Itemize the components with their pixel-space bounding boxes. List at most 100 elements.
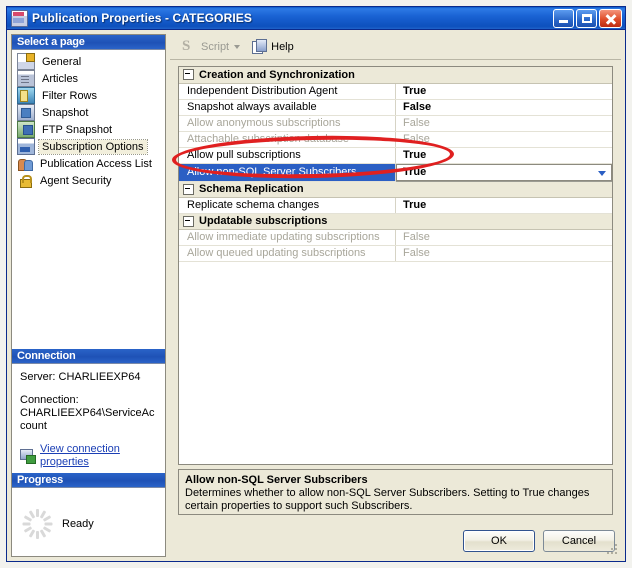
table-row: Allow anonymous subscriptions False <box>179 115 612 132</box>
script-label: Script <box>201 40 230 53</box>
property-value: False <box>395 131 612 148</box>
property-group-header[interactable]: Schema Replication <box>179 181 612 198</box>
property-grid[interactable]: Creation and Synchronization Independent… <box>178 66 613 465</box>
description-title: Allow non-SQL Server Subscribers <box>185 474 368 486</box>
close-icon[interactable] <box>599 9 622 28</box>
articles-icon <box>17 70 35 87</box>
collapse-icon[interactable] <box>183 69 194 81</box>
sidebar-item-label: Subscription Options <box>38 138 148 155</box>
table-row[interactable]: Snapshot always available False <box>179 99 612 116</box>
property-group-header[interactable]: Creation and Synchronization <box>179 67 612 84</box>
progress-panel: Ready <box>12 488 165 556</box>
select-a-page-header: Select a page <box>12 35 165 50</box>
collapse-icon[interactable] <box>183 183 194 195</box>
help-button[interactable]: Help <box>248 37 298 57</box>
value-dropdown-text: True <box>403 166 427 178</box>
publication-icon <box>11 9 28 27</box>
connection-server: Server: CHARLIEEXP64 <box>20 371 141 383</box>
window-title: Publication Properties - CATEGORIES <box>32 11 252 25</box>
sidebar-item-label: Filter Rows <box>42 89 98 102</box>
filter-rows-icon <box>17 87 35 104</box>
sidebar-item-ftp-snapshot[interactable]: FTP Snapshot <box>12 121 165 138</box>
property-value: False <box>395 245 612 262</box>
publication-access-list-icon <box>17 156 33 171</box>
right-pane: Script Help Creation <box>170 34 621 557</box>
sidebar-item-filter-rows[interactable]: Filter Rows <box>12 87 165 104</box>
group-label: Updatable subscriptions <box>199 215 328 228</box>
connection-account-label: Connection: <box>20 394 79 406</box>
property-name: Allow immediate updating subscriptions <box>179 229 396 246</box>
sidebar-item-label: FTP Snapshot <box>42 123 113 136</box>
help-label: Help <box>271 40 294 53</box>
ftp-snapshot-icon <box>17 121 35 138</box>
screenshot-canvas: Publication Properties - CATEGORIES Sele… <box>0 0 632 568</box>
help-icon <box>252 38 268 54</box>
cancel-button[interactable]: Cancel <box>543 530 615 552</box>
property-value[interactable]: True <box>395 83 612 100</box>
ok-button[interactable]: OK <box>463 530 535 552</box>
table-row: Allow queued updating subscriptions Fals… <box>179 245 612 262</box>
sidebar-item-articles[interactable]: Articles <box>12 70 165 87</box>
progress-spinner-icon <box>22 509 52 539</box>
sidebar-item-general[interactable]: General <box>12 53 165 70</box>
property-name: Attachable subscription database <box>179 131 396 148</box>
connection-account: Connection: CHARLIEEXP64\ServiceAccount <box>20 394 159 433</box>
group-label: Creation and Synchronization <box>199 68 355 81</box>
description-panel: Allow non-SQL Server Subscribers Determi… <box>178 469 613 515</box>
general-icon <box>17 53 35 70</box>
resize-grip[interactable] <box>607 544 619 556</box>
property-name: Allow anonymous subscriptions <box>179 115 396 132</box>
property-name: Allow queued updating subscriptions <box>179 245 396 262</box>
sidebar-item-snapshot[interactable]: Snapshot <box>12 104 165 121</box>
snapshot-icon <box>17 104 35 121</box>
chevron-down-icon[interactable] <box>594 167 609 180</box>
minimize-button[interactable] <box>553 9 574 28</box>
view-connection-properties-row[interactable]: View connection properties <box>20 443 159 469</box>
table-row[interactable]: Allow pull subscriptions True <box>179 147 612 164</box>
property-name: Allow pull subscriptions <box>179 147 396 164</box>
sidebar-item-label: Agent Security <box>40 174 112 187</box>
property-value[interactable]: True <box>395 197 612 214</box>
sidebar-item-label: General <box>42 55 82 68</box>
sidebar-item-publication-access-list[interactable]: Publication Access List <box>12 155 165 172</box>
window-titlebar: Publication Properties - CATEGORIES <box>7 7 625 30</box>
property-name: Allow non-SQL Server Subscribers <box>179 163 396 182</box>
property-value-editor[interactable]: True <box>395 163 612 182</box>
description-body: Determines whether to allow non-SQL Serv… <box>185 487 590 512</box>
property-group-header[interactable]: Updatable subscriptions <box>179 213 612 230</box>
maximize-button[interactable] <box>576 9 597 28</box>
page-list: General Articles Filter Rows Snapshot FT… <box>12 50 165 349</box>
property-name: Snapshot always available <box>179 99 396 116</box>
progress-header: Progress <box>12 473 165 488</box>
table-row[interactable]: Independent Distribution Agent True <box>179 83 612 100</box>
property-name: Independent Distribution Agent <box>179 83 396 100</box>
property-value: False <box>395 115 612 132</box>
script-icon <box>182 38 197 55</box>
table-row-selected[interactable]: Allow non-SQL Server Subscribers True <box>179 163 612 182</box>
connection-panel: Server: CHARLIEEXP64 Connection: CHARLIE… <box>12 364 165 473</box>
property-value[interactable]: True <box>395 147 612 164</box>
subscription-options-icon <box>17 138 35 155</box>
window-controls <box>553 9 622 28</box>
table-row: Allow immediate updating subscriptions F… <box>179 229 612 246</box>
chevron-down-icon[interactable] <box>234 44 241 49</box>
sidebar-item-subscription-options[interactable]: Subscription Options <box>12 138 165 155</box>
property-value[interactable]: False <box>395 99 612 116</box>
group-label: Schema Replication <box>199 183 304 196</box>
sidebar-item-label: Snapshot <box>42 106 89 119</box>
sidebar-item-agent-security[interactable]: Agent Security <box>12 172 165 189</box>
dialog-toolbar: Script Help <box>170 34 621 60</box>
collapse-icon[interactable] <box>183 215 194 227</box>
agent-security-icon <box>17 173 33 188</box>
property-value: False <box>395 229 612 246</box>
script-button[interactable]: Script <box>178 37 244 57</box>
table-row[interactable]: Replicate schema changes True <box>179 197 612 214</box>
left-pane: Select a page General Articles Filter Ro… <box>11 34 166 557</box>
property-grid-table: Creation and Synchronization Independent… <box>179 67 612 262</box>
view-connection-properties-link[interactable]: View connection properties <box>40 443 159 469</box>
dialog-buttons: OK Cancel <box>463 530 615 552</box>
sidebar-item-label: Publication Access List <box>40 157 152 170</box>
value-dropdown[interactable]: True <box>396 163 612 180</box>
connection-header: Connection <box>12 349 165 364</box>
publication-properties-window: Publication Properties - CATEGORIES Sele… <box>6 6 626 562</box>
